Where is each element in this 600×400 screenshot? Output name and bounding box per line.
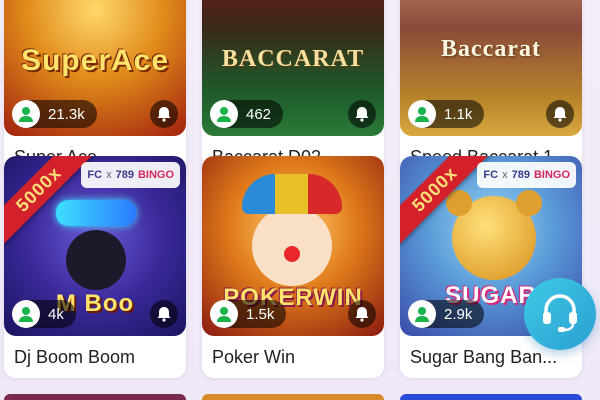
player-count: 1.1k [408, 100, 485, 128]
player-count: 21.3k [12, 100, 97, 128]
person-icon [12, 100, 40, 128]
provider-badge: FC x 789 BINGO [477, 162, 576, 188]
game-card-baccarat-d02[interactable]: BACCARAT 462 Baccarat D02 [202, 0, 384, 178]
bell-icon[interactable] [348, 100, 376, 128]
game-grid: SuperAce 21.3k Super Ace BACCARAT 462 [0, 0, 600, 400]
bell-icon[interactable] [546, 100, 574, 128]
game-card-super-ace[interactable]: SuperAce 21.3k Super Ace [4, 0, 186, 178]
bell-icon[interactable] [150, 300, 178, 328]
provider-badge: FC x 789 BINGO [81, 162, 180, 188]
player-count: 1.5k [210, 300, 287, 328]
game-card-poker-win[interactable]: POKERWIN 1.5k Poker Win [202, 156, 384, 378]
game-thumbnail[interactable]: POKERWIN 1.5k [202, 156, 384, 336]
game-thumbnail[interactable]: Baccarat 1.1k [400, 0, 582, 136]
game-logo: SuperAce [20, 44, 170, 77]
headset-icon [538, 290, 582, 339]
customer-support-button[interactable] [524, 278, 596, 350]
person-icon [12, 300, 40, 328]
game-card-speed-baccarat-1[interactable]: Baccarat 1.1k Speed Baccarat 1 [400, 0, 582, 178]
game-thumbnail[interactable]: 5000x FC x 789 BINGO M Boo 4k [4, 156, 186, 336]
game-logo: Baccarat [441, 36, 541, 62]
game-card-partial[interactable] [400, 394, 582, 400]
player-count: 4k [12, 300, 76, 328]
player-count: 2.9k [408, 300, 485, 328]
person-icon [210, 100, 238, 128]
person-icon [210, 300, 238, 328]
game-thumbnail[interactable]: SuperAce 21.3k [4, 0, 186, 136]
person-icon [408, 300, 436, 328]
player-count: 462 [210, 100, 284, 128]
bell-icon[interactable] [150, 100, 178, 128]
game-title[interactable]: Dj Boom Boom [4, 336, 184, 378]
game-card-partial[interactable] [4, 394, 186, 400]
game-card-dj-boom-boom[interactable]: 5000x FC x 789 BINGO M Boo 4k Dj Boom Bo… [4, 156, 186, 378]
game-logo: BACCARAT [221, 46, 365, 72]
game-card-partial[interactable] [202, 394, 384, 400]
game-title[interactable]: Poker Win [202, 336, 382, 378]
person-icon [408, 100, 436, 128]
game-thumbnail[interactable]: BACCARAT 462 [202, 0, 384, 136]
bell-icon[interactable] [348, 300, 376, 328]
